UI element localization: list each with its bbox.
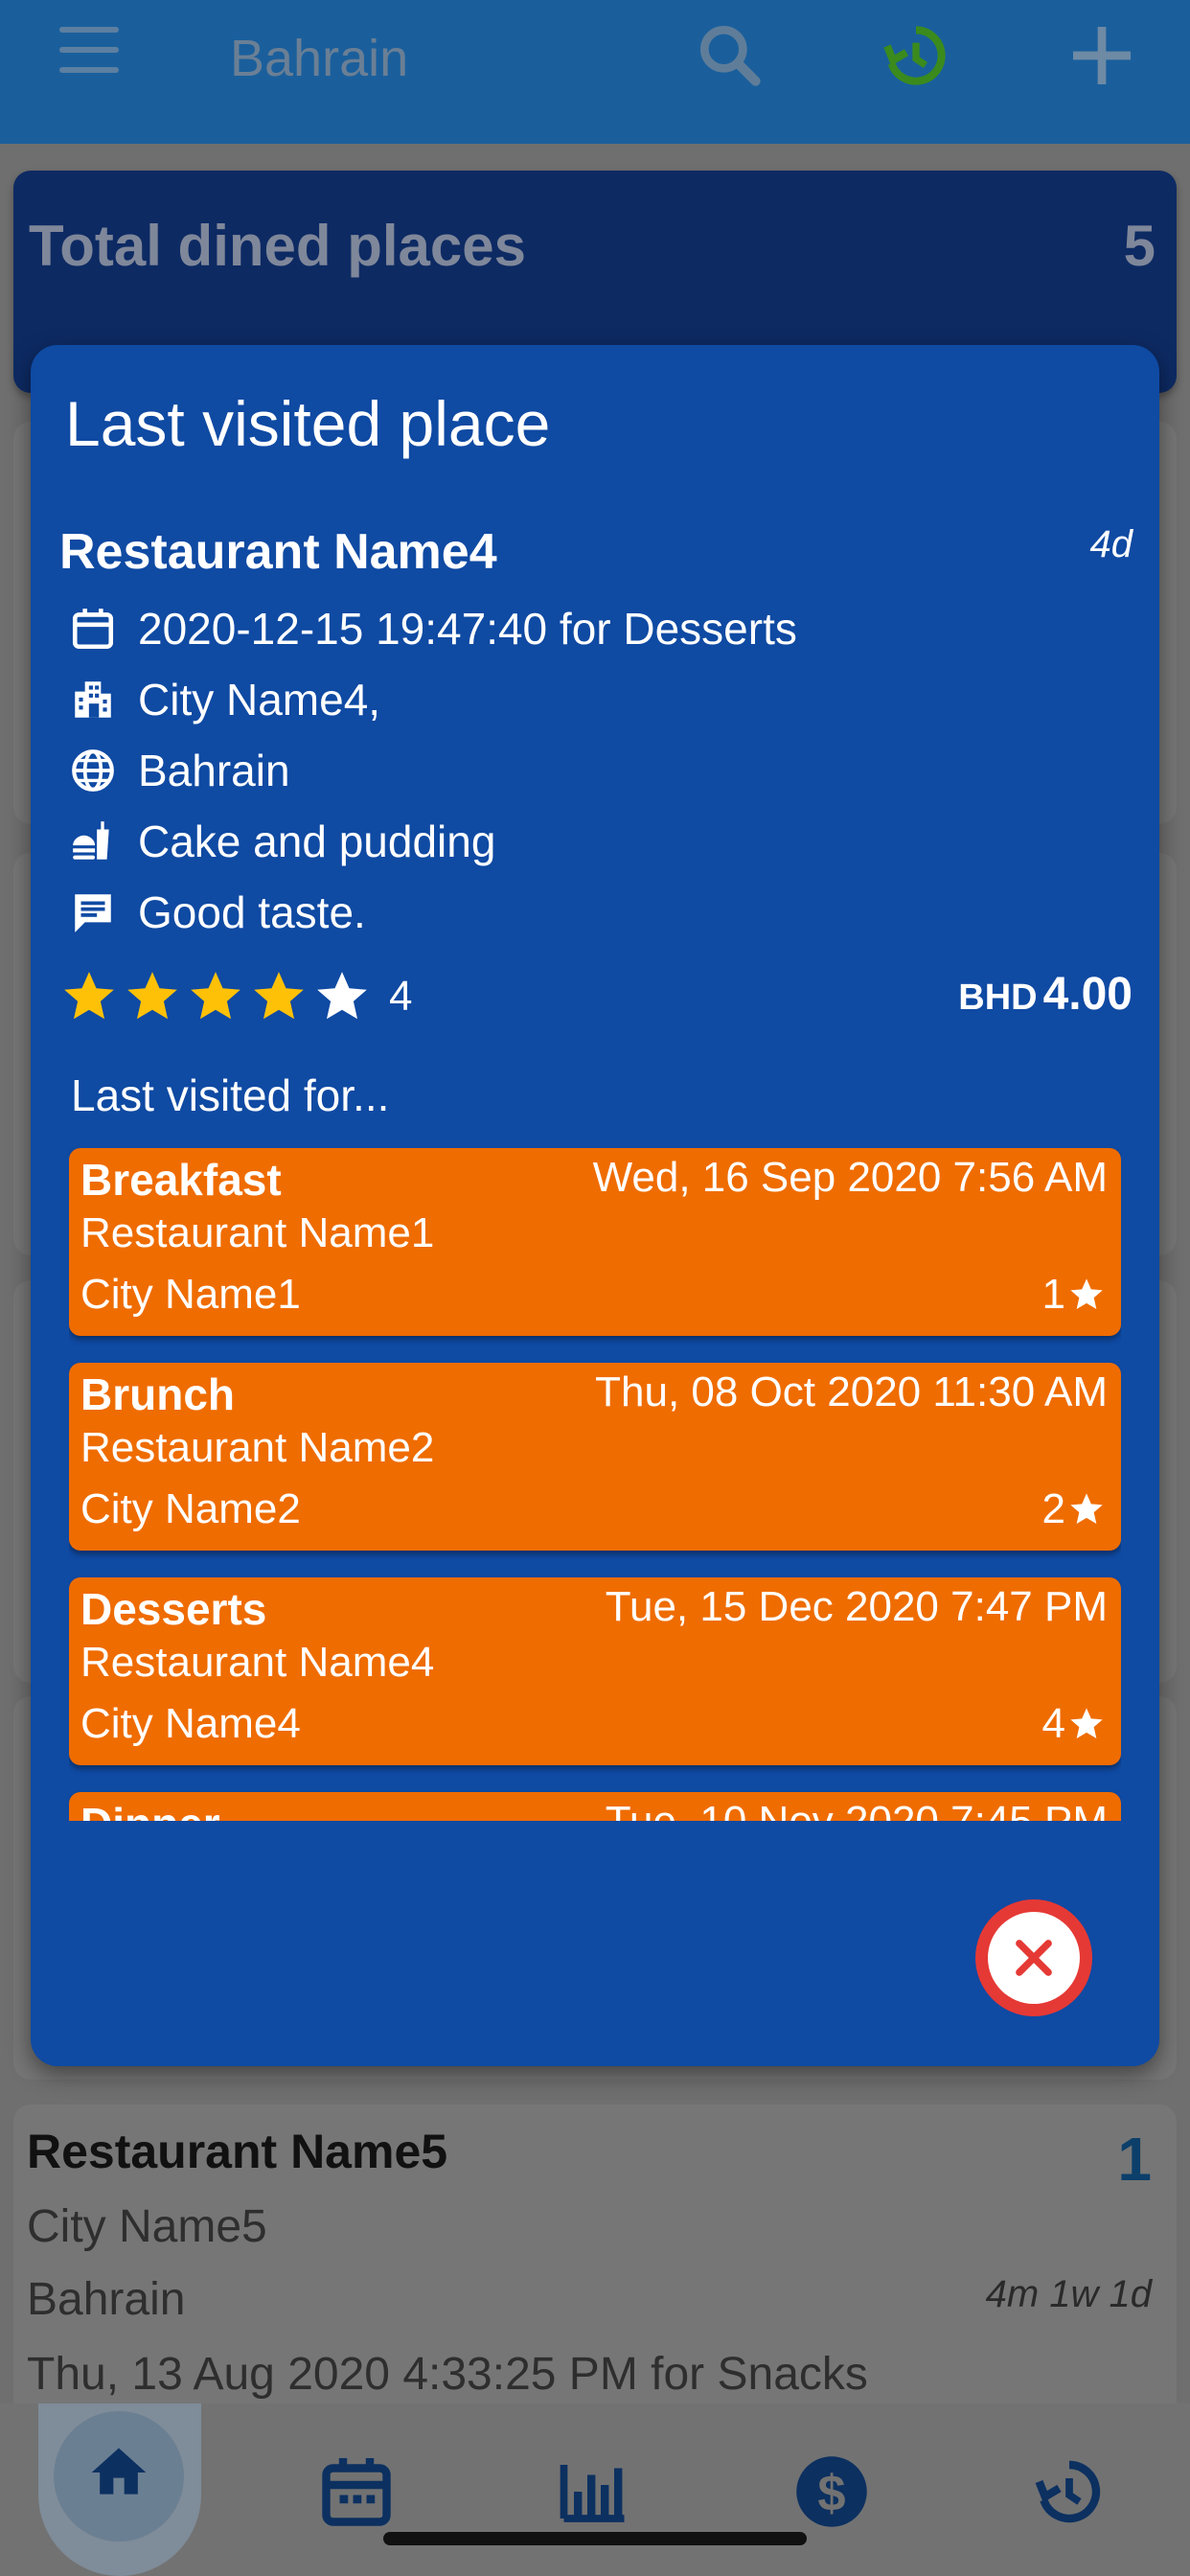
- city-row: City Name4,: [69, 671, 380, 728]
- country-text: Bahrain: [138, 746, 290, 795]
- city-text: City Name5: [27, 2201, 267, 2252]
- home-indicator: [383, 2532, 807, 2545]
- comment-icon: [75, 894, 111, 932]
- visit-card[interactable]: Dinner Tue, 10 Nov 2020 7:45 PM: [69, 1792, 1121, 1821]
- menu-icon[interactable]: [59, 27, 119, 75]
- datetime-text: Thu, 13 Aug 2020 4:33:25 PM for Snacks: [27, 2349, 868, 2400]
- star-icon: [191, 972, 240, 1020]
- restaurant-name: Restaurant Name4: [80, 1639, 435, 1686]
- visit-card[interactable]: Brunch Thu, 08 Oct 2020 11:30 AM Restaur…: [69, 1363, 1121, 1551]
- meal-type: Brunch: [80, 1369, 235, 1419]
- rating-value: 2: [1041, 1485, 1065, 1532]
- app-bar-title: Bahrain: [230, 30, 409, 87]
- dollar-icon[interactable]: $: [791, 2451, 872, 2532]
- last-visited-for-label: Last visited for...: [71, 1070, 390, 1120]
- place-name: Restaurant Name4: [59, 524, 497, 580]
- visit-card[interactable]: Desserts Tue, 15 Dec 2020 7:47 PM Restau…: [69, 1577, 1121, 1765]
- history-icon[interactable]: [878, 17, 954, 94]
- star-icon: [1070, 1493, 1103, 1524]
- restaurant-name: Restaurant Name2: [80, 1424, 435, 1471]
- city-text: City Name4: [80, 1700, 301, 1747]
- dish-row: Cake and pudding: [69, 813, 495, 870]
- list-item[interactable]: Restaurant Name5 1 City Name5 Bahrain 4m…: [13, 2104, 1177, 2421]
- rating-value: 1: [1041, 1271, 1065, 1318]
- city-text: City Name4,: [138, 675, 381, 724]
- close-icon: [1016, 1940, 1052, 1976]
- nav-home[interactable]: [54, 2411, 184, 2542]
- city-text: City Name2: [80, 1485, 301, 1532]
- summary-title: Total dined places: [29, 214, 526, 278]
- last-visited-dialog: Last visited place Restaurant Name4 4d 2…: [31, 345, 1159, 2066]
- summary-count: 5: [1123, 214, 1156, 278]
- visit-count: 1: [1117, 2125, 1152, 2194]
- rating-value: 4: [1041, 1700, 1065, 1747]
- datetime-row: 2020-12-15 19:47:40 for Desserts: [69, 600, 797, 657]
- country-text: Bahrain: [27, 2274, 186, 2325]
- star-icon: [1070, 1708, 1103, 1738]
- visit-card[interactable]: Breakfast Wed, 16 Sep 2020 7:56 AM Resta…: [69, 1148, 1121, 1336]
- city-text: City Name1: [80, 1271, 301, 1318]
- currency-code: BHD: [958, 978, 1038, 1018]
- meal-type: Dinner: [80, 1798, 220, 1821]
- calendar-icon[interactable]: [316, 2451, 397, 2532]
- time-ago: 4d: [1089, 523, 1133, 565]
- star-icon: [127, 972, 177, 1020]
- svg-text:$: $: [817, 2465, 845, 2521]
- price: BHD 4.00: [958, 968, 1133, 1021]
- star-icon: [254, 972, 304, 1020]
- fastfood-icon: [73, 821, 109, 860]
- visit-rating: 2: [1042, 1485, 1106, 1533]
- rating-value: 4: [389, 973, 413, 1020]
- meal-type: Desserts: [80, 1584, 267, 1634]
- country-row: Bahrain: [69, 742, 290, 799]
- star-rating: 4: [59, 966, 412, 1027]
- star-icon: [1070, 1278, 1103, 1309]
- visit-date: Thu, 08 Oct 2020 11:30 AM: [595, 1368, 1108, 1415]
- meal-type: Breakfast: [80, 1155, 282, 1205]
- visit-rating: 1: [1042, 1271, 1106, 1319]
- datetime-text: 2020-12-15 19:47:40 for Desserts: [138, 604, 797, 654]
- restaurant-name: Restaurant Name5: [27, 2125, 448, 2178]
- price-amount: 4.00: [1042, 969, 1133, 1020]
- globe-icon: [72, 749, 114, 792]
- visit-date: Tue, 15 Dec 2020 7:47 PM: [605, 1583, 1108, 1630]
- city-icon: [75, 681, 111, 718]
- visit-date: Wed, 16 Sep 2020 7:56 AM: [592, 1154, 1108, 1201]
- restaurant-name: Restaurant Name1: [80, 1209, 435, 1256]
- history-icon[interactable]: [1029, 2451, 1110, 2532]
- visit-date: Tue, 10 Nov 2020 7:45 PM: [606, 1798, 1108, 1821]
- app-bar: Bahrain: [0, 0, 1190, 144]
- close-button[interactable]: [975, 1899, 1092, 2016]
- dish-text: Cake and pudding: [138, 816, 496, 866]
- comment-row: Good taste.: [69, 884, 366, 941]
- visits-list[interactable]: Breakfast Wed, 16 Sep 2020 7:56 AM Resta…: [69, 1148, 1121, 1821]
- star-icon: [64, 972, 114, 1020]
- bottom-nav: $: [0, 2404, 1190, 2576]
- dialog-title: Last visited place: [65, 388, 551, 459]
- home-icon: [91, 2448, 147, 2495]
- time-ago: 4m 1w 1d: [985, 2273, 1152, 2315]
- visit-rating: 4: [1042, 1700, 1106, 1748]
- star-icon: [317, 972, 367, 1020]
- comment-text: Good taste.: [138, 887, 366, 937]
- add-icon[interactable]: [1064, 17, 1140, 94]
- search-icon[interactable]: [692, 17, 768, 94]
- chart-icon[interactable]: [554, 2451, 634, 2532]
- calendar-icon: [72, 609, 114, 650]
